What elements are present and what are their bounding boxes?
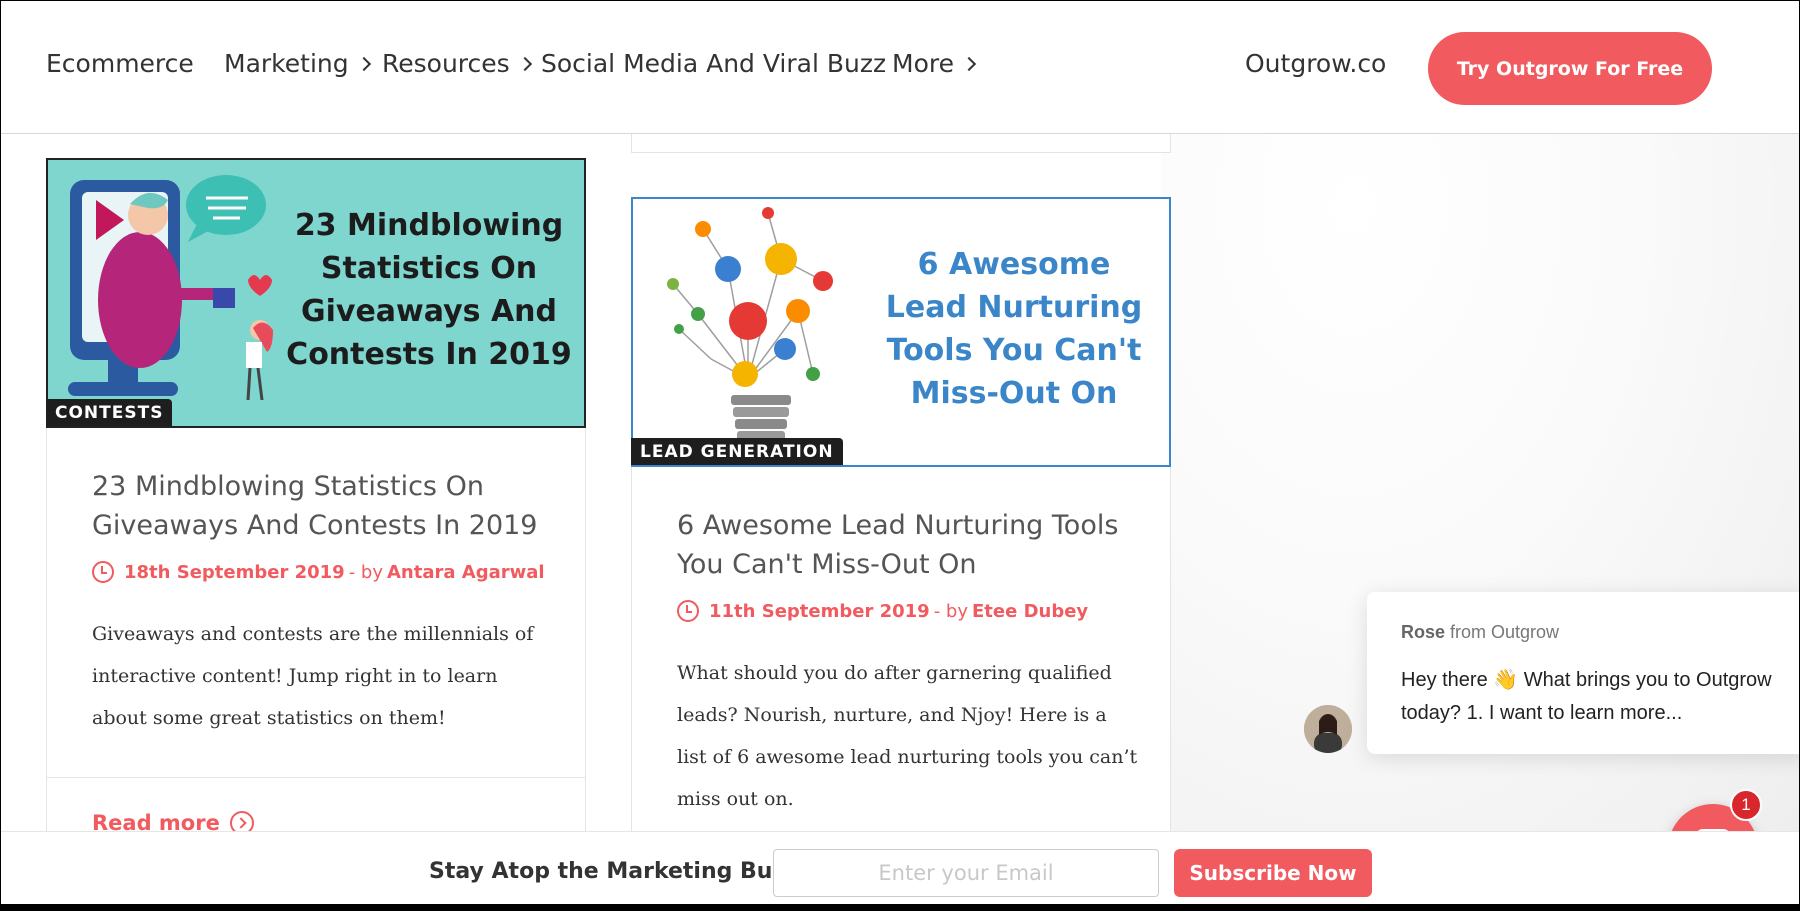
nav-item-social-media[interactable]: Social Media And Viral Buzz	[541, 49, 886, 78]
site-link-label: Outgrow.co	[1245, 49, 1387, 78]
nav-item-more[interactable]: More	[892, 49, 977, 78]
agent-name: Rose	[1401, 622, 1446, 642]
subscribe-bar: Stay Atop the Marketing Buzz Subscribe N…	[1, 831, 1799, 904]
by-label: - by	[933, 600, 968, 622]
chat-sender: Rose from Outgrow	[1401, 622, 1559, 643]
nav-item-ecommerce[interactable]: Ecommerce	[46, 49, 194, 78]
post-thumbnail[interactable]: 23 Mindblowing Statistics On Giveaways A…	[46, 158, 586, 428]
subscribe-label: Stay Atop the Marketing Buzz	[429, 859, 799, 884]
category-badge[interactable]: LEAD GENERATION	[631, 438, 843, 465]
post-meta: 11th September 2019 - by Etee Dubey	[677, 600, 1088, 622]
chevron-right-icon	[356, 56, 371, 72]
post-title[interactable]: 23 Mindblowing Statistics On Giveaways A…	[92, 467, 552, 545]
unread-badge: 1	[1730, 789, 1762, 821]
post-excerpt: Giveaways and contests are the millennia…	[92, 623, 534, 729]
post-date: 11th September 2019	[709, 600, 930, 622]
from-label: from Outgrow	[1450, 622, 1560, 642]
thumbnail-line: Giveaways And	[301, 294, 557, 329]
thumbnail-line: Contests In 2019	[286, 337, 572, 372]
thumbnail-line: Lead Nurturing	[885, 290, 1143, 325]
post-title[interactable]: 6 Awesome Lead Nurturing Tools You Can't…	[677, 506, 1137, 584]
chat-preview[interactable]: Rose from Outgrow Hey there 👋 What bring…	[1367, 592, 1799, 754]
email-field[interactable]	[773, 849, 1159, 897]
post-author[interactable]: Antara Agarwal	[387, 562, 545, 583]
thumbnail-headline: 6 Awesome Lead Nurturing Tools You Can't…	[869, 243, 1159, 415]
card-divider	[47, 777, 585, 778]
chat-message: Hey there 👋 What brings you to Outgrow t…	[1401, 669, 1772, 724]
post-thumbnail[interactable]: 6 Awesome Lead Nurturing Tools You Can't…	[631, 197, 1171, 467]
agent-photo	[1304, 705, 1352, 753]
site-link-outgrow[interactable]: Outgrow.co	[1245, 49, 1386, 78]
post-meta: 18th September 2019 - by Antara Agarwal	[92, 561, 545, 583]
by-label: - by	[348, 561, 383, 583]
nav-label: Ecommerce	[46, 49, 194, 78]
thumbnail-line: Tools You Can't	[886, 333, 1142, 368]
chevron-right-icon	[961, 56, 977, 72]
subscribe-button[interactable]: Subscribe Now	[1174, 849, 1372, 897]
thumbnail-line: 6 Awesome	[917, 247, 1111, 282]
clock-icon	[677, 600, 699, 622]
category-badge[interactable]: CONTESTS	[46, 399, 173, 426]
nav-label: More	[892, 49, 954, 78]
try-outgrow-button[interactable]: Try Outgrow For Free	[1428, 32, 1712, 105]
nav-label: Resources	[382, 49, 510, 78]
thumbnail-line: Statistics On	[320, 251, 538, 286]
thumbnail-line: Miss-Out On	[910, 376, 1118, 411]
page: Ecommerce Marketing Resources Social Med…	[0, 0, 1800, 911]
top-navigation: Ecommerce Marketing Resources Social Med…	[1, 1, 1799, 134]
thumbnail-line: 23 Mindblowing	[294, 208, 564, 243]
thumbnail-headline: 23 Mindblowing Statistics On Giveaways A…	[284, 204, 574, 376]
nav-label: Social Media And Viral Buzz	[541, 49, 887, 78]
nav-item-marketing[interactable]: Marketing	[224, 49, 371, 78]
avatar	[1304, 705, 1352, 753]
nav-label: Marketing	[224, 49, 349, 78]
post-excerpt: What should you do after garnering quali…	[677, 662, 1138, 810]
chevron-right-icon	[517, 56, 532, 72]
post-date: 18th September 2019	[124, 561, 345, 583]
clock-icon	[92, 561, 114, 583]
nav-item-resources[interactable]: Resources	[382, 49, 532, 78]
post-author[interactable]: Etee Dubey	[972, 601, 1088, 622]
